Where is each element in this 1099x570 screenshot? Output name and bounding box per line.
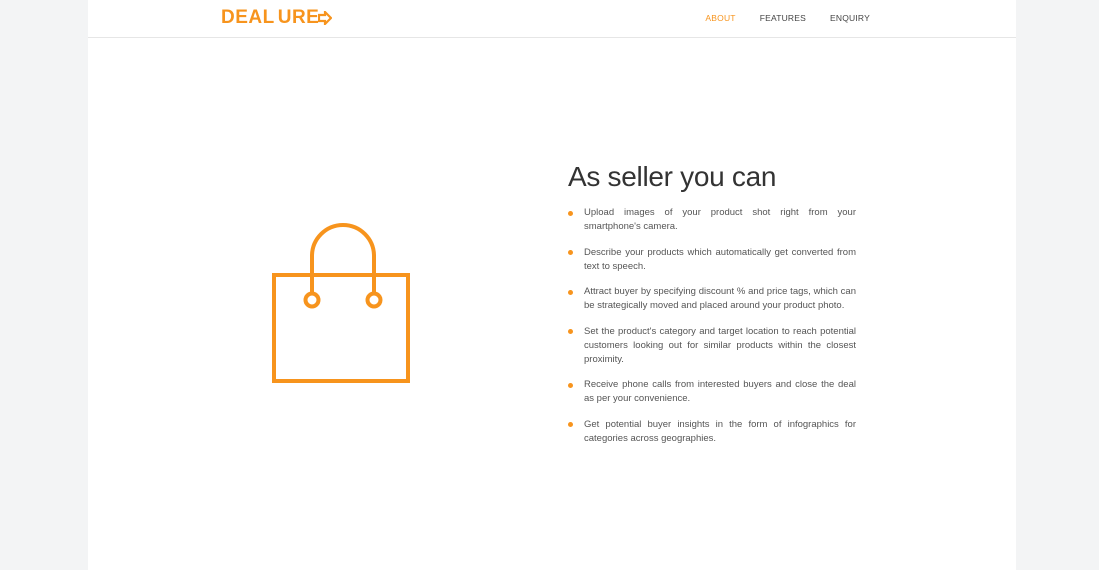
feature-text: Attract buyer by specifying discount % a…	[584, 286, 856, 311]
logo-ure: URE	[278, 8, 333, 28]
feature-text: Set the product's category and target lo…	[584, 325, 856, 365]
feature-item: Describe your products which automatical…	[568, 246, 856, 274]
bullet-icon	[568, 329, 573, 334]
feature-text: Receive phone calls from interested buye…	[584, 379, 856, 404]
feature-item: Attract buyer by specifying discount % a…	[568, 285, 856, 313]
header: DEAL URE ABOUT FEATURES ENQUIRY	[88, 0, 1016, 38]
nav-features[interactable]: FEATURES	[760, 13, 806, 23]
feature-item: Set the product's category and target lo…	[568, 325, 856, 367]
arrow-right-icon	[318, 11, 333, 25]
feature-list: Upload images of your product shot right…	[568, 206, 858, 446]
logo-text-ure: URE	[277, 7, 320, 28]
bullet-icon	[568, 382, 573, 388]
bullet-icon	[568, 422, 573, 427]
feature-item: Get potential buyer insights in the form…	[568, 418, 856, 446]
feature-text: Get potential buyer insights in the form…	[584, 418, 856, 444]
nav-about[interactable]: ABOUT	[705, 13, 735, 23]
feature-item: Upload images of your product shot right…	[568, 206, 856, 234]
feature-text: Describe your products which automatical…	[584, 246, 856, 272]
nav-enquiry[interactable]: ENQUIRY	[830, 13, 870, 23]
logo[interactable]: DEAL URE	[221, 7, 333, 28]
logo-text-deal: DEAL	[221, 7, 275, 28]
page-container: DEAL URE ABOUT FEATURES ENQUIRY As selle…	[88, 0, 1016, 570]
feature-item: Receive phone calls from interested buye…	[568, 378, 856, 406]
about-section: As seller you can Upload images of your …	[568, 160, 858, 457]
section-title: As seller you can	[568, 161, 777, 192]
main-nav: ABOUT FEATURES ENQUIRY	[705, 13, 870, 23]
bullet-icon	[568, 210, 573, 216]
shopping-bag-icon	[272, 223, 410, 383]
bullet-icon	[568, 289, 573, 295]
feature-text: Upload images of your product shot right…	[584, 207, 856, 232]
bullet-icon	[568, 250, 573, 255]
